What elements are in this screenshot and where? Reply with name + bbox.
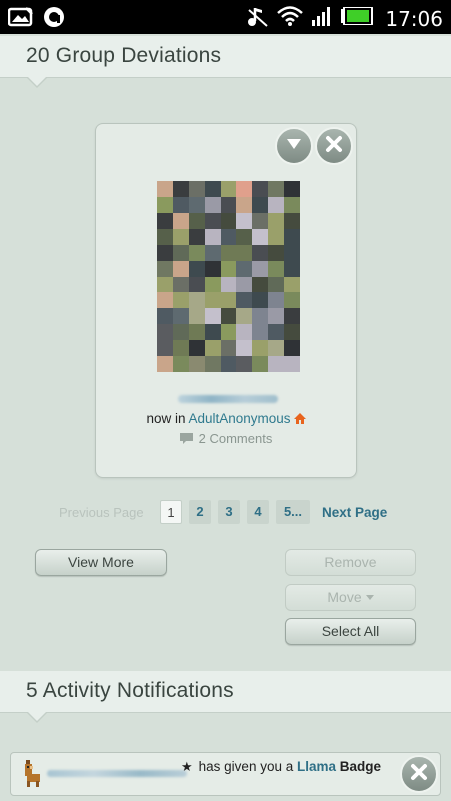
deviation-card[interactable]: now in AdultAnonymous 2 Comments xyxy=(95,123,357,478)
notifications-section-header: 5 Activity Notifications xyxy=(0,671,451,723)
app-icon xyxy=(42,5,66,34)
pagination: Previous Page 1 2 3 4 5... Next Page xyxy=(0,500,451,524)
next-page-link[interactable]: Next Page xyxy=(322,505,387,520)
select-all-button[interactable]: Select All xyxy=(285,618,416,645)
deviations-section-header: 20 Group Deviations xyxy=(0,36,451,88)
dropdown-arrow-icon xyxy=(365,595,374,600)
music-muted-icon xyxy=(247,4,269,33)
deviations-section-title: 20 Group Deviations xyxy=(26,44,222,67)
page-4[interactable]: 4 xyxy=(247,500,269,524)
page-5[interactable]: 5... xyxy=(276,500,310,524)
card-menu-button[interactable] xyxy=(275,127,313,165)
card-close-button[interactable] xyxy=(315,127,353,165)
chevron-down-icon xyxy=(285,137,303,156)
comments-link[interactable]: 2 Comments xyxy=(96,431,356,448)
status-bar: 17:06 xyxy=(0,0,451,34)
comment-icon xyxy=(179,433,193,448)
page-3[interactable]: 3 xyxy=(218,500,240,524)
wifi-icon xyxy=(277,5,304,32)
notification-close-button[interactable] xyxy=(400,755,438,793)
close-icon xyxy=(325,135,343,158)
badge-label: Badge xyxy=(339,759,382,774)
close-icon xyxy=(410,763,428,786)
now-in-label: now in xyxy=(146,411,189,426)
deviation-author[interactable] xyxy=(178,395,278,403)
page-1[interactable]: 1 xyxy=(160,500,182,524)
remove-button[interactable]: Remove xyxy=(285,549,416,576)
signal-icon xyxy=(311,5,333,32)
image-icon xyxy=(7,6,34,33)
comments-count: 2 Comments xyxy=(198,431,273,446)
group-link[interactable]: AdultAnonymous xyxy=(188,411,290,426)
view-more-button[interactable]: View More xyxy=(35,549,167,576)
group-line: now in AdultAnonymous xyxy=(96,411,356,427)
llama-link[interactable]: Llama xyxy=(297,759,336,774)
page-2[interactable]: 2 xyxy=(189,500,211,524)
move-button[interactable]: Move xyxy=(285,584,416,611)
notifications-section-title: 5 Activity Notifications xyxy=(26,679,234,702)
battery-icon xyxy=(341,6,374,30)
notification-item[interactable]: ★ has given you a Llama Badge xyxy=(10,752,441,796)
previous-page-link: Previous Page xyxy=(59,505,144,520)
notification-user[interactable] xyxy=(47,770,187,777)
deviation-thumbnail[interactable] xyxy=(157,181,300,372)
notification-message: has given you a xyxy=(198,759,294,774)
llama-icon xyxy=(23,760,41,793)
notification-text: ★ has given you a Llama Badge xyxy=(181,759,381,775)
move-label: Move xyxy=(327,589,362,605)
clock: 17:06 xyxy=(385,6,443,31)
star-icon: ★ xyxy=(181,759,193,774)
home-icon xyxy=(293,412,306,427)
